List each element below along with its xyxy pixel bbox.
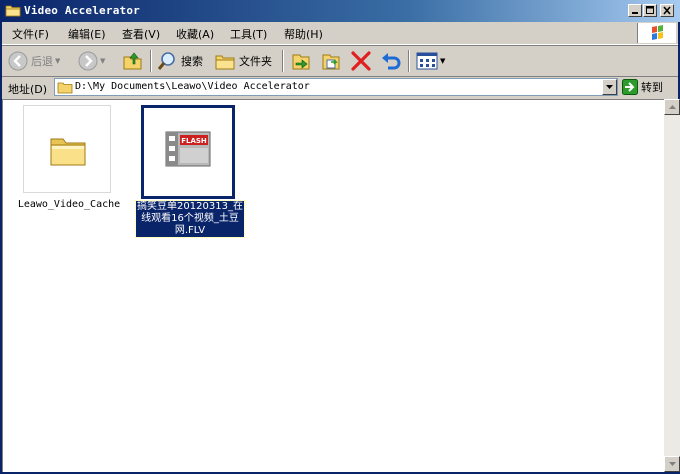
flv-thumbnail: FLASH — [141, 105, 235, 199]
address-bar: 地址(D) D:\My Documents\Leawo\Video Accele… — [2, 76, 678, 99]
window-title: Video Accelerator — [24, 4, 140, 17]
file-item-flv[interactable]: FLASH 搞笑豆单20120313_在线观看16个视频_土豆网.FLV — [134, 105, 245, 238]
menu-favorites[interactable]: 收藏(A) — [176, 26, 214, 42]
maximize-icon — [646, 6, 654, 14]
address-dropdown-button[interactable] — [602, 79, 617, 95]
folder-icon — [5, 5, 21, 17]
menu-edit[interactable]: 编辑(E) — [68, 26, 106, 42]
flash-video-icon: FLASH — [165, 131, 211, 167]
search-icon — [157, 52, 175, 70]
windows-flag-icon — [652, 25, 663, 40]
windows-logo — [637, 23, 676, 43]
go-label: 转到 — [641, 81, 663, 94]
folder-icon — [50, 138, 86, 166]
explorer-window: Video Accelerator 文件(F) 编辑(E) 查看(V) 收藏(A… — [0, 0, 680, 474]
undo-icon — [382, 53, 401, 70]
views-button[interactable]: ▼ — [416, 49, 445, 73]
back-label: 后退 — [31, 55, 53, 68]
address-path: D:\My Documents\Leawo\Video Accelerator — [75, 81, 310, 92]
folders-icon — [215, 55, 235, 70]
minimize-icon — [632, 12, 638, 14]
menu-tools[interactable]: 工具(T) — [230, 26, 267, 42]
back-button[interactable]: 后退 ▼ — [8, 49, 60, 73]
toolbar-separator — [408, 50, 410, 72]
menu-view[interactable]: 查看(V) — [122, 26, 160, 42]
folder-item-leawo-video-cache[interactable]: Leawo_Video_Cache — [18, 105, 120, 215]
scroll-up-icon — [669, 105, 676, 109]
search-button[interactable]: 搜索 — [156, 49, 203, 73]
views-icon — [416, 52, 438, 70]
scroll-up-button[interactable] — [664, 99, 680, 115]
scroll-down-button[interactable] — [664, 456, 680, 472]
scroll-down-icon — [669, 462, 676, 466]
title-bar[interactable]: Video Accelerator — [0, 0, 680, 22]
back-arrow-icon — [8, 51, 28, 71]
svg-text:FLASH: FLASH — [181, 137, 207, 145]
close-button[interactable] — [660, 4, 674, 17]
search-label: 搜索 — [181, 55, 203, 68]
chevron-down-icon[interactable]: ▼ — [55, 57, 60, 65]
close-icon — [663, 6, 671, 15]
address-label: 地址(D) — [8, 83, 48, 96]
chevron-down-icon[interactable]: ▼ — [440, 57, 445, 65]
delete-icon — [351, 51, 371, 71]
delete-button[interactable] — [350, 49, 372, 73]
move-to-button[interactable] — [290, 49, 312, 73]
copy-to-button[interactable] — [320, 49, 342, 73]
copy-to-icon — [322, 54, 340, 70]
minimize-button[interactable] — [628, 4, 642, 17]
undo-button[interactable] — [380, 49, 402, 73]
chevron-down-icon — [606, 85, 613, 89]
up-folder-icon — [123, 52, 142, 70]
chevron-down-icon[interactable]: ▼ — [100, 57, 105, 65]
menu-file[interactable]: 文件(F) — [12, 26, 49, 42]
go-arrow-icon — [622, 79, 638, 95]
forward-button[interactable]: ▼ — [78, 49, 105, 73]
folder-icon — [57, 82, 73, 94]
address-input[interactable]: D:\My Documents\Leawo\Video Accelerator — [54, 78, 618, 96]
toolbar-separator — [150, 50, 152, 72]
folder-thumbnail — [23, 105, 111, 193]
folders-button[interactable]: 文件夹 — [214, 49, 272, 73]
file-label-selected: 搞笑豆单20120313_在线观看16个视频_土豆网.FLV — [135, 200, 245, 238]
toolbar-separator — [282, 50, 284, 72]
file-view[interactable]: Leawo_Video_Cache FLASH 搞笑豆单20120313_在线观… — [2, 99, 664, 472]
forward-arrow-icon — [78, 51, 98, 71]
menu-bar: 文件(F) 编辑(E) 查看(V) 收藏(A) 工具(T) 帮助(H) — [2, 22, 678, 45]
folders-label: 文件夹 — [239, 55, 272, 68]
file-label: Leawo_Video_Cache — [17, 199, 121, 210]
go-button[interactable]: 转到 — [622, 78, 663, 96]
standard-toolbar: 后退 ▼ ▼ 搜索 文件夹 ▼ — [2, 45, 678, 77]
move-to-icon — [292, 54, 310, 70]
maximize-button[interactable] — [643, 4, 657, 17]
menu-help[interactable]: 帮助(H) — [284, 26, 323, 42]
up-button[interactable] — [122, 49, 144, 73]
vertical-scrollbar[interactable] — [664, 99, 680, 472]
